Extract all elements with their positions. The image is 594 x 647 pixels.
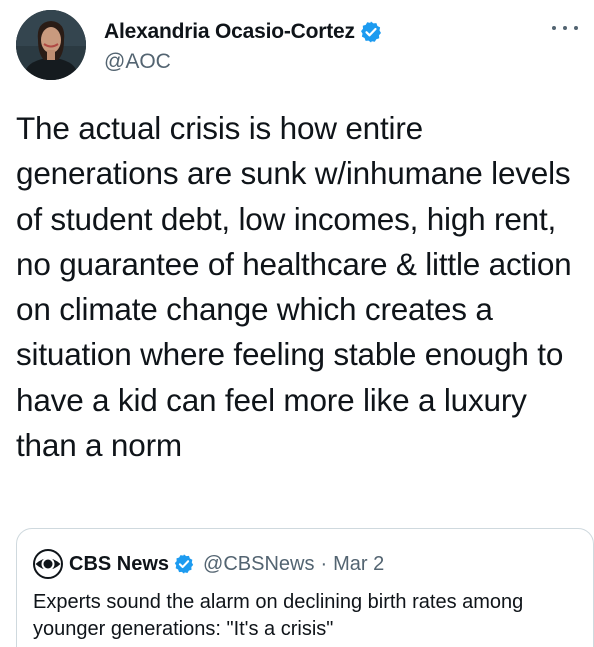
tweet-text: The actual crisis is how entire generati… <box>16 110 572 464</box>
quoted-tweet[interactable]: CBS News @CBSNews · Mar 2 Experts sound … <box>16 528 594 647</box>
author-info: Alexandria Ocasio-Cortez @AOC <box>104 18 383 74</box>
more-dot <box>563 26 567 30</box>
quoted-author-name[interactable]: CBS News <box>69 553 169 576</box>
more-dot <box>552 26 556 30</box>
quoted-tweet-date[interactable]: Mar 2 <box>333 553 384 576</box>
dot-separator: · <box>320 552 328 575</box>
tweet-header: Alexandria Ocasio-Cortez @AOC <box>16 10 578 80</box>
cbs-eye-logo-icon <box>33 549 63 579</box>
tweet-card: Alexandria Ocasio-Cortez @AOC The actual… <box>0 0 594 647</box>
quoted-tweet-header: CBS News @CBSNews · Mar 2 <box>33 549 384 579</box>
profile-photo-icon <box>16 10 86 80</box>
author-display-name[interactable]: Alexandria Ocasio-Cortez <box>104 20 355 44</box>
avatar[interactable] <box>16 10 86 80</box>
quoted-author-handle[interactable]: @CBSNews <box>203 553 314 576</box>
quoted-tweet-text: Experts sound the alarm on declining bir… <box>33 591 524 640</box>
more-dot <box>574 26 578 30</box>
verified-badge-icon <box>173 553 195 575</box>
verified-badge-icon <box>359 20 383 44</box>
more-dots-icon[interactable] <box>552 18 578 38</box>
author-handle[interactable]: @AOC <box>104 50 383 74</box>
author-name-row: Alexandria Ocasio-Cortez <box>104 18 383 46</box>
